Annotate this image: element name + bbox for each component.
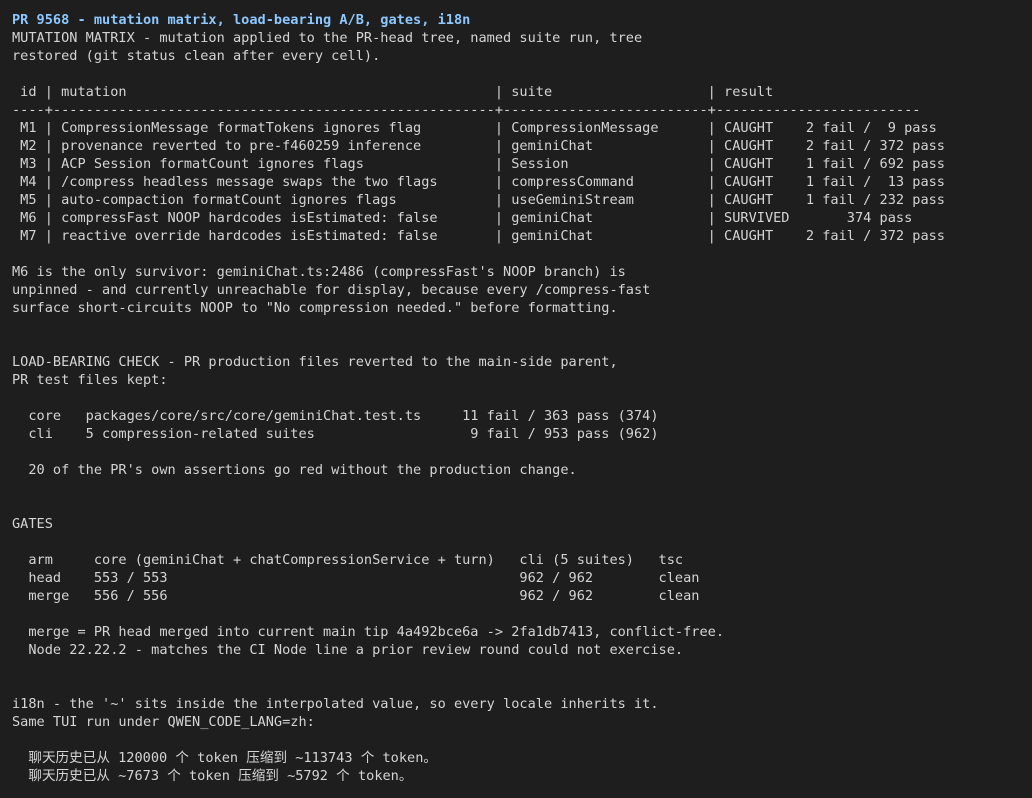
terminal-line: M5 | auto-compaction formatCount ignores… xyxy=(12,192,945,208)
terminal-line: merge = PR head merged into current main… xyxy=(12,624,725,640)
terminal-line: surface short-circuits NOOP to "No compr… xyxy=(12,300,618,316)
terminal-line: arm core (geminiChat + chatCompressionSe… xyxy=(12,552,684,568)
terminal-line: id | mutation | suite | result xyxy=(12,84,774,100)
terminal-line: 聊天历史已从 120000 个 token 压缩到 ~113743 个 toke… xyxy=(12,750,438,766)
terminal-line: cli 5 compression-related suites 9 fail … xyxy=(12,426,659,442)
terminal-line: M6 is the only survivor: geminiChat.ts:2… xyxy=(12,264,626,280)
terminal-line: GATES xyxy=(12,516,53,532)
terminal-line: restored (git status clean after every c… xyxy=(12,48,381,64)
terminal-line: unpinned - and currently unreachable for… xyxy=(12,282,651,298)
terminal-line: M2 | provenance reverted to pre-f460259 … xyxy=(12,138,945,154)
terminal-line: M1 | CompressionMessage formatTokens ign… xyxy=(12,120,937,136)
output-lines: MUTATION MATRIX - mutation applied to th… xyxy=(12,29,1020,785)
terminal-line: M3 | ACP Session formatCount ignores fla… xyxy=(12,156,945,172)
terminal-line: 20 of the PR's own assertions go red wit… xyxy=(12,462,577,478)
terminal-line: 聊天历史已从 ~7673 个 token 压缩到 ~5792 个 token。 xyxy=(12,768,413,784)
report-title: PR 9568 - mutation matrix, load-bearing … xyxy=(12,12,471,28)
terminal-line: LOAD-BEARING CHECK - PR production files… xyxy=(12,354,618,370)
terminal-line: M7 | reactive override hardcodes isEstim… xyxy=(12,228,945,244)
terminal-line: M4 | /compress headless message swaps th… xyxy=(12,174,945,190)
terminal-line: core packages/core/src/core/geminiChat.t… xyxy=(12,408,659,424)
terminal-line: M6 | compressFast NOOP hardcodes isEstim… xyxy=(12,210,913,226)
terminal-line: merge 556 / 556 962 / 962 clean xyxy=(12,588,700,604)
terminal-line: head 553 / 553 962 / 962 clean xyxy=(12,570,700,586)
terminal-line: PR test files kept: xyxy=(12,372,168,388)
terminal-line: Same TUI run under QWEN_CODE_LANG=zh: xyxy=(12,714,315,730)
terminal-output: PR 9568 - mutation matrix, load-bearing … xyxy=(12,11,1020,785)
terminal-line: Node 22.22.2 - matches the CI Node line … xyxy=(12,642,684,658)
terminal-line: i18n - the '~' sits inside the interpola… xyxy=(12,696,659,712)
terminal-line: MUTATION MATRIX - mutation applied to th… xyxy=(12,30,643,46)
terminal-line: ----+-----------------------------------… xyxy=(12,102,921,118)
